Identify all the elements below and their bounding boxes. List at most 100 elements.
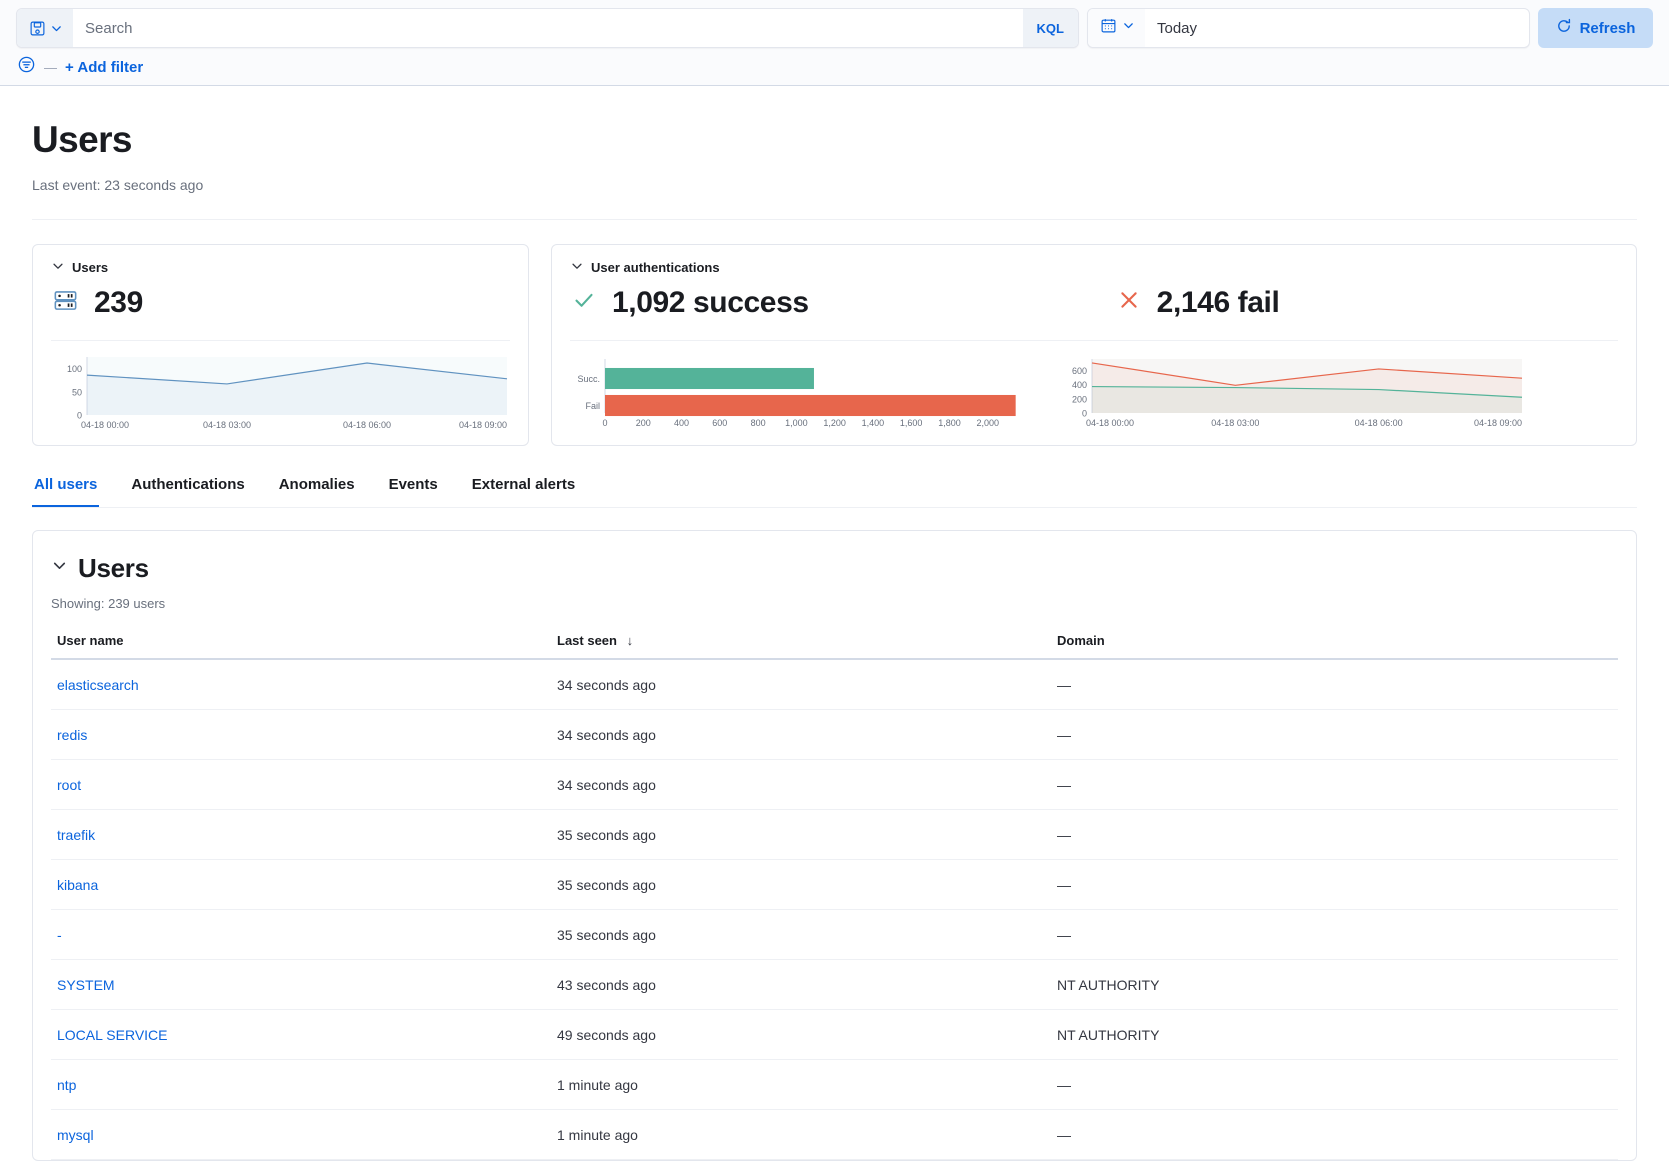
calendar-icon bbox=[1100, 17, 1117, 39]
date-range-input[interactable] bbox=[1145, 9, 1529, 47]
users-table-title: Users bbox=[78, 553, 149, 584]
auth-fail-value: 2,146 fail bbox=[1157, 286, 1280, 320]
users-stat-panel: Users bbox=[32, 244, 529, 446]
tab-external-alerts[interactable]: External alerts bbox=[470, 476, 577, 507]
svg-text:0: 0 bbox=[77, 410, 82, 420]
svg-text:04-18 00:00: 04-18 00:00 bbox=[81, 420, 129, 430]
cell-last-seen: 35 seconds ago bbox=[551, 859, 1051, 909]
date-quick-select-button[interactable] bbox=[1088, 9, 1145, 47]
column-label-last-seen: Last seen bbox=[557, 633, 617, 648]
column-header-domain[interactable]: Domain bbox=[1051, 633, 1618, 659]
refresh-icon bbox=[1556, 18, 1572, 38]
auth-panel-title: User authentications bbox=[591, 260, 720, 275]
search-bar: KQL bbox=[16, 8, 1079, 48]
user-link[interactable]: mysql bbox=[57, 1127, 94, 1143]
svg-text:600: 600 bbox=[712, 418, 727, 428]
cell-last-seen: 49 seconds ago bbox=[551, 1009, 1051, 1059]
users-panel-header[interactable]: Users bbox=[51, 259, 510, 276]
cell-user-name: kibana bbox=[51, 859, 551, 909]
table-row: traefik35 seconds ago— bbox=[51, 809, 1618, 859]
cell-domain: NT AUTHORITY bbox=[1051, 959, 1618, 1009]
svg-text:04-18 09:00: 04-18 09:00 bbox=[1474, 418, 1522, 428]
column-label-domain: Domain bbox=[1057, 633, 1105, 648]
stat-panels: Users bbox=[32, 244, 1637, 446]
users-histogram-chart: 05010004-18 00:0004-18 03:0004-18 06:000… bbox=[51, 353, 510, 431]
chevron-down-icon bbox=[50, 22, 63, 35]
users-table-header[interactable]: Users bbox=[51, 553, 1618, 584]
tab-events[interactable]: Events bbox=[387, 476, 440, 507]
users-stat: 239 bbox=[53, 286, 143, 320]
cell-domain: — bbox=[1051, 1059, 1618, 1109]
svg-text:1,800: 1,800 bbox=[938, 418, 961, 428]
svg-text:800: 800 bbox=[751, 418, 766, 428]
svg-text:200: 200 bbox=[636, 418, 651, 428]
svg-text:50: 50 bbox=[72, 387, 82, 397]
svg-text:100: 100 bbox=[67, 364, 82, 374]
svg-text:200: 200 bbox=[1072, 394, 1087, 404]
chevron-down-icon bbox=[570, 259, 584, 276]
user-link[interactable]: redis bbox=[57, 727, 87, 743]
auth-panel-header[interactable]: User authentications bbox=[570, 259, 1618, 276]
server-stack-icon bbox=[53, 288, 78, 318]
tab-all-users[interactable]: All users bbox=[32, 476, 99, 507]
filter-bar: — + Add filter bbox=[16, 48, 1653, 86]
cross-icon bbox=[1117, 288, 1141, 317]
svg-text:04-18 03:00: 04-18 03:00 bbox=[203, 420, 251, 430]
column-header-last-seen[interactable]: Last seen ↓ bbox=[551, 633, 1051, 659]
cell-last-seen: 43 seconds ago bbox=[551, 959, 1051, 1009]
cell-domain: — bbox=[1051, 659, 1618, 710]
query-bar: KQL bbox=[0, 0, 1669, 86]
users-table-head: User name Last seen ↓ Domain bbox=[51, 633, 1618, 659]
user-link[interactable]: - bbox=[57, 927, 62, 943]
auth-bar-chart-svg: Succ.Fail02004006008001,0001,2001,4001,6… bbox=[570, 355, 1030, 429]
users-stat-row: 239 bbox=[51, 286, 510, 320]
refresh-label: Refresh bbox=[1580, 20, 1636, 37]
search-input[interactable] bbox=[73, 9, 1023, 47]
svg-text:400: 400 bbox=[1072, 380, 1087, 390]
user-link[interactable]: elasticsearch bbox=[57, 677, 139, 693]
user-link[interactable]: kibana bbox=[57, 877, 98, 893]
svg-text:400: 400 bbox=[674, 418, 689, 428]
refresh-button[interactable]: Refresh bbox=[1538, 8, 1653, 48]
auth-charts: Succ.Fail02004006008001,0001,2001,4001,6… bbox=[570, 355, 1618, 429]
add-filter-button[interactable]: + Add filter bbox=[65, 59, 143, 76]
cell-domain: — bbox=[1051, 709, 1618, 759]
users-count-value: 239 bbox=[94, 286, 143, 320]
user-link[interactable]: ntp bbox=[57, 1077, 76, 1093]
last-event-label: Last event: 23 seconds ago bbox=[32, 177, 1637, 193]
svg-text:04-18 06:00: 04-18 06:00 bbox=[1355, 418, 1403, 428]
query-language-badge[interactable]: KQL bbox=[1023, 9, 1078, 47]
tab-authentications[interactable]: Authentications bbox=[129, 476, 246, 507]
user-link[interactable]: root bbox=[57, 777, 81, 793]
users-table-panel: Users Showing: 239 users User name Last … bbox=[32, 530, 1637, 1161]
saved-query-button[interactable] bbox=[17, 9, 73, 47]
table-row: root34 seconds ago— bbox=[51, 759, 1618, 809]
auth-success-stat: 1,092 success bbox=[572, 286, 809, 320]
save-disk-icon bbox=[29, 20, 46, 37]
chevron-down-icon bbox=[51, 259, 65, 276]
users-showing-count: Showing: 239 users bbox=[51, 596, 1618, 611]
auth-stat-panel: User authentications 1,092 success bbox=[551, 244, 1637, 446]
column-header-user-name[interactable]: User name bbox=[51, 633, 551, 659]
user-link[interactable]: SYSTEM bbox=[57, 977, 115, 993]
user-link[interactable]: traefik bbox=[57, 827, 95, 843]
cell-domain: — bbox=[1051, 859, 1618, 909]
page-body: Users Last event: 23 seconds ago Users bbox=[0, 86, 1669, 1161]
cell-domain: — bbox=[1051, 909, 1618, 959]
filter-settings-icon[interactable] bbox=[17, 55, 36, 79]
sort-descending-icon: ↓ bbox=[627, 633, 634, 648]
svg-text:2,000: 2,000 bbox=[976, 418, 999, 428]
users-table: User name Last seen ↓ Domain elasticsear… bbox=[51, 633, 1618, 1160]
svg-text:1,200: 1,200 bbox=[823, 418, 846, 428]
column-label-user-name: User name bbox=[57, 633, 123, 648]
cell-domain: NT AUTHORITY bbox=[1051, 1009, 1618, 1059]
tab-anomalies[interactable]: Anomalies bbox=[277, 476, 357, 507]
cell-user-name: root bbox=[51, 759, 551, 809]
table-row: LOCAL SERVICE 49 seconds agoNT AUTHORITY bbox=[51, 1009, 1618, 1059]
cell-domain: — bbox=[1051, 1109, 1618, 1159]
user-link[interactable]: LOCAL SERVICE bbox=[57, 1027, 168, 1043]
svg-text:04-18 09:00: 04-18 09:00 bbox=[459, 420, 507, 430]
table-header-row: User name Last seen ↓ Domain bbox=[51, 633, 1618, 659]
table-row: -35 seconds ago— bbox=[51, 909, 1618, 959]
cell-last-seen: 35 seconds ago bbox=[551, 809, 1051, 859]
